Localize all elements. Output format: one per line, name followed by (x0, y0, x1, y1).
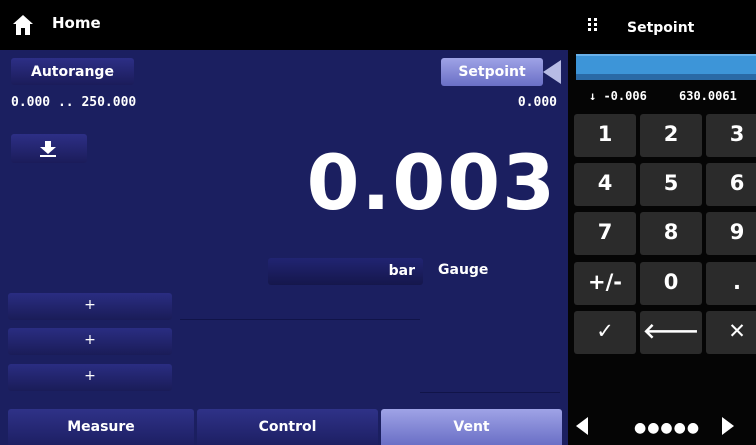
home-icon[interactable] (11, 13, 35, 37)
key-4[interactable]: 4 (574, 163, 636, 206)
pressure-reading: 0.003 (306, 138, 557, 227)
zero-down-arrow-icon (40, 141, 56, 157)
page-title: Home (52, 14, 101, 32)
setpoint-value: 0.000 (517, 95, 557, 110)
divider (180, 319, 420, 320)
key-2[interactable]: 2 (640, 114, 702, 157)
key-6[interactable]: 6 (706, 163, 756, 206)
backspace-arrow-icon[interactable]: 🡐 (640, 311, 702, 354)
setpoint-input[interactable] (576, 54, 756, 76)
key-5[interactable]: 5 (640, 163, 702, 206)
autorange-button[interactable]: Autorange (11, 58, 134, 85)
setpoint-pointer-icon (543, 60, 561, 84)
menu-dots-icon[interactable] (587, 17, 599, 31)
range-readout: 0.000 .. 250.000 (11, 95, 137, 110)
setpoint-input-underline (576, 74, 756, 80)
key-3[interactable]: 3 (706, 114, 756, 157)
key-1[interactable]: 1 (574, 114, 636, 157)
setpoint-button[interactable]: Setpoint (441, 58, 543, 86)
key-8[interactable]: 8 (640, 212, 702, 255)
divider (420, 392, 560, 393)
measure-mode-label: Gauge (438, 262, 489, 278)
key-9[interactable]: 9 (706, 212, 756, 255)
unit-button[interactable]: bar (268, 258, 423, 285)
page-indicator: ●●●●● (634, 420, 701, 436)
min-limit: ↓ -0.006 (589, 89, 647, 103)
key-decimal[interactable]: . (706, 262, 756, 305)
tab-vent[interactable]: Vent (381, 409, 562, 445)
next-page-icon[interactable] (722, 417, 734, 435)
tab-measure[interactable]: Measure (8, 409, 194, 445)
key-7[interactable]: 7 (574, 212, 636, 255)
add-button-1[interactable]: + (8, 293, 172, 320)
add-button-2[interactable]: + (8, 328, 172, 355)
confirm-check-icon[interactable]: ✓ (574, 311, 636, 354)
close-icon[interactable]: ✕ (706, 311, 756, 354)
max-limit: 630.0061 (679, 89, 737, 103)
add-button-3[interactable]: + (8, 364, 172, 391)
previous-page-icon[interactable] (576, 417, 588, 435)
key-plus-minus[interactable]: +/- (574, 262, 636, 305)
tab-control[interactable]: Control (197, 409, 378, 445)
key-0[interactable]: 0 (640, 262, 702, 305)
keypad-title: Setpoint (627, 20, 695, 36)
